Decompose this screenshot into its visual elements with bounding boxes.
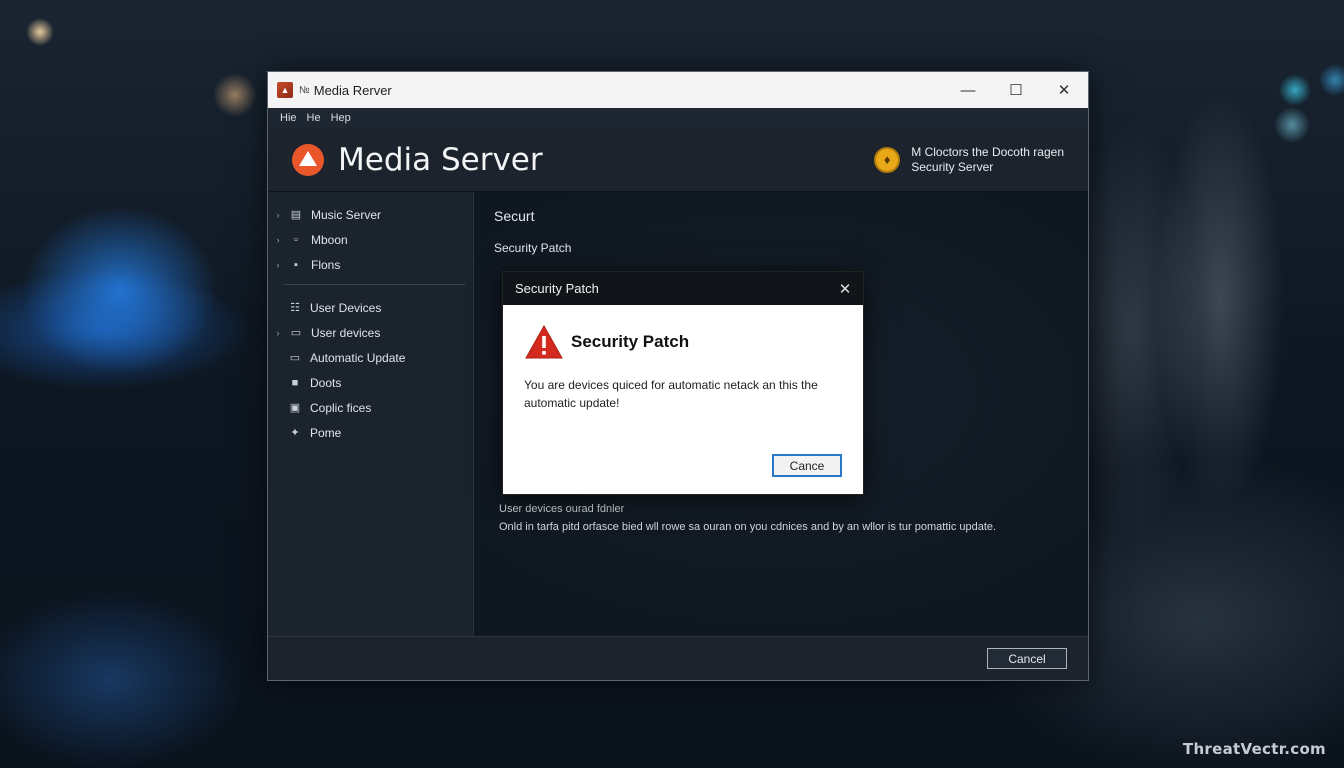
header-status: ♦ M Cloctors the Docoth ragen Security S… (874, 145, 1064, 175)
dialog-titlebar: Security Patch ✕ (503, 272, 863, 305)
app-logo-icon (292, 143, 324, 176)
update-icon: ▭ (289, 352, 301, 364)
menu-item-file[interactable]: Hie (280, 112, 297, 124)
minimize-button[interactable]: — (944, 72, 992, 108)
close-button[interactable]: ✕ (1040, 72, 1088, 108)
window-footer: Cancel (268, 636, 1088, 680)
sidebar-item-label: Mboon (311, 232, 348, 247)
content-note-title: User devices ourad fdnler (499, 503, 625, 515)
shield-icon: ♦ (874, 146, 901, 173)
watermark: ThreatVectr.com (1182, 740, 1326, 758)
app-icon: ▲ (277, 82, 293, 98)
sidebar-item-doots[interactable]: ■ Doots (268, 370, 473, 395)
sidebar-item-label: Music Server (311, 207, 382, 222)
folder-icon: ▪ (294, 258, 298, 271)
window-titlebar: ▲ № Media Rerver — ☐ ✕ (268, 72, 1088, 108)
file-icon: ▣ (289, 402, 301, 414)
dialog-heading: Security Patch (571, 332, 690, 351)
sidebar-item-automatic-update[interactable]: ▭ Automatic Update (268, 345, 473, 370)
server-icon: ▤ (290, 209, 302, 221)
sidebar-item-user-devices-2[interactable]: › ▭ User devices (268, 320, 473, 345)
dialog-cancel-button[interactable]: Cance (772, 454, 842, 477)
app-name: Media Server (338, 141, 543, 178)
maximize-button[interactable]: ☐ (992, 72, 1040, 108)
dialog-message-line1: You are devices quiced for automatic net… (524, 378, 818, 392)
sidebar-item-label: Flons (311, 257, 341, 272)
menu-item-edit[interactable]: He (307, 112, 321, 124)
header-status-line1: M Cloctors the Docoth ragen (911, 144, 1064, 159)
chevron-right-icon: › (276, 259, 280, 270)
warning-icon (525, 325, 563, 359)
window-title: Media Rerver (313, 82, 392, 98)
doc-icon: ■ (291, 376, 299, 389)
monitor-icon: ▭ (290, 327, 302, 339)
dialog-title: Security Patch (515, 281, 599, 296)
window-controls: — ☐ ✕ (944, 72, 1088, 108)
sidebar: › ▤ Music Server › ▫ Mboon › ▪ Flons ☷ U… (268, 192, 474, 638)
menu-item-help[interactable]: Hep (331, 112, 351, 124)
dialog-close-icon[interactable]: ✕ (827, 280, 863, 298)
footer-cancel-button[interactable]: Cancel (987, 648, 1067, 669)
dialog-header: Security Patch (503, 305, 863, 359)
content-title: Securt (494, 208, 535, 224)
content-subtitle: Security Patch (494, 241, 572, 255)
sidebar-item-label: User Devices (310, 300, 382, 315)
dialog-message: You are devices quiced for automatic net… (503, 359, 863, 412)
sidebar-item-flons[interactable]: › ▪ Flons (268, 252, 473, 277)
sidebar-item-user-devices[interactable]: ☷ User Devices (268, 295, 473, 320)
sidebar-item-mboon[interactable]: › ▫ Mboon (268, 227, 473, 252)
sidebar-item-label: User devices (311, 325, 381, 340)
title-glyph: № (299, 84, 310, 96)
security-patch-dialog: Security Patch ✕ Security Patch You are … (502, 271, 864, 495)
chevron-right-icon: › (276, 209, 280, 220)
sidebar-divider (284, 284, 465, 285)
sidebar-item-label: Coplic fices (310, 400, 372, 415)
chevron-right-icon: › (276, 234, 280, 245)
app-header: Media Server ♦ M Cloctors the Docoth rag… (268, 128, 1088, 192)
dialog-message-line2: automatic update! (524, 396, 620, 410)
header-status-line2: Security Server (911, 159, 994, 174)
chevron-right-icon: › (276, 327, 280, 338)
sidebar-item-music-server[interactable]: › ▤ Music Server (268, 202, 473, 227)
content-note-text: Onld in tarfa pitd orfasce bied wll rowe… (499, 521, 997, 533)
sidebar-item-pome[interactable]: ✦ Pome (268, 420, 473, 445)
sidebar-item-coplic-fices[interactable]: ▣ Coplic fices (268, 395, 473, 420)
document-icon: ▫ (294, 233, 298, 246)
sidebar-item-label: Automatic Update (310, 350, 406, 365)
sidebar-item-label: Pome (310, 425, 342, 440)
plug-icon: ✦ (290, 427, 300, 439)
sidebar-item-label: Doots (310, 375, 342, 390)
menu-bar: Hie He Hep (268, 108, 1088, 128)
devices-icon: ☷ (290, 302, 300, 314)
